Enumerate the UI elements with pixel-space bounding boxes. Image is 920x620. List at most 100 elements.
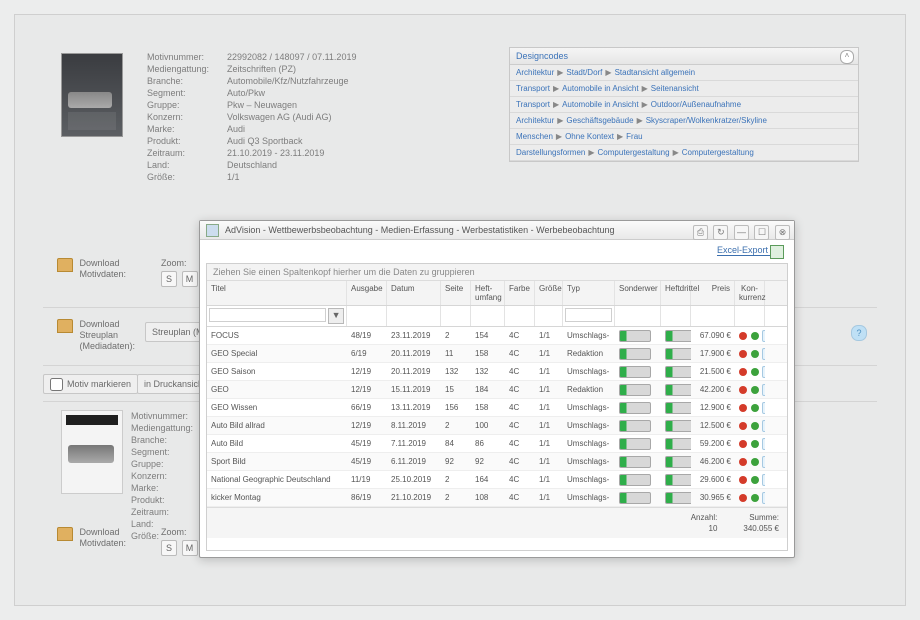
table-row[interactable]: FOCUS48/1923.11.201921544C1/1Umschlags-6… [207,327,787,345]
konkurrenz-green-icon[interactable] [751,494,759,502]
table-row[interactable]: Sport Bild45/196.11.201992924C1/1Umschla… [207,453,787,471]
collapse-icon[interactable]: ˄ [840,50,854,64]
col-typ[interactable]: Typ [563,281,615,305]
table-row[interactable]: GEO Wissen66/1913.11.20191561584C1/1Umsc… [207,399,787,417]
sonder-indicator [619,402,651,414]
konkurrenz-green-icon[interactable] [751,440,759,448]
meta-key: Marke: [147,123,227,135]
konkurrenz-detail-icon[interactable] [762,384,765,396]
download-motiv-2[interactable]: Download Motivdaten: [57,527,177,549]
konkurrenz-detail-icon[interactable] [762,438,765,450]
konkurrenz-detail-icon[interactable] [762,474,765,486]
sonder-indicator [619,384,651,396]
motiv-markieren[interactable]: Motiv markieren [43,374,138,394]
grid-filter-row: ▼ [207,306,787,327]
konkurrenz-detail-icon[interactable] [762,420,765,432]
zoom-m-2[interactable]: M [182,540,198,556]
table-row[interactable]: National Geographic Deutschland11/1925.1… [207,471,787,489]
filter-typ-input[interactable] [565,308,612,322]
data-grid: Ziehen Sie einen Spaltenkopf hierher um … [206,263,788,551]
col-sonderwerbung[interactable]: Sonderwer [615,281,661,305]
close-icon[interactable]: ⊗ [775,225,790,240]
konkurrenz-detail-icon[interactable] [762,456,765,468]
designcode-row[interactable]: Architektur▶Stadt/Dorf▶Stadtansicht allg… [510,65,858,81]
designcode-row[interactable]: Menschen▶Ohne Kontext▶Frau [510,129,858,145]
minimize-icon[interactable]: — [734,225,749,240]
designcode-row[interactable]: Darstellungsformen▶Computergestaltung▶Co… [510,145,858,161]
konkurrenz-detail-icon[interactable] [762,330,765,342]
konkurrenz-red-icon[interactable] [739,386,747,394]
konkurrenz-red-icon[interactable] [739,422,747,430]
download-motiv-label: Download Motivdaten: [80,258,127,280]
konkurrenz-detail-icon[interactable] [762,348,765,360]
download-motiv[interactable]: Download Motivdaten: [57,258,177,280]
table-row[interactable]: Auto Bild45/197.11.201984864C1/1Umschlag… [207,435,787,453]
heftdrittel-indicator [665,402,691,414]
konkurrenz-red-icon[interactable] [739,404,747,412]
konkurrenz-green-icon[interactable] [751,476,759,484]
konkurrenz-green-icon[interactable] [751,332,759,340]
konkurrenz-green-icon[interactable] [751,458,759,466]
zoom-m[interactable]: M [182,271,198,287]
konkurrenz-green-icon[interactable] [751,404,759,412]
designcode-row[interactable]: Architektur▶Geschäftsgebäude▶Skyscraper/… [510,113,858,129]
col-farbe[interactable]: Farbe [505,281,535,305]
filter-titel-input[interactable] [209,308,326,322]
konkurrenz-detail-icon[interactable] [762,366,765,378]
col-preis[interactable]: Preis [691,281,735,305]
konkurrenz-detail-icon[interactable] [762,402,765,414]
konkurrenz-green-icon[interactable] [751,350,759,358]
table-row[interactable]: kicker Montag86/1921.10.201921084C1/1Ums… [207,489,787,507]
motif-thumbnail-2[interactable] [61,410,123,494]
konkurrenz-green-icon[interactable] [751,368,759,376]
konkurrenz-red-icon[interactable] [739,332,747,340]
col-seite[interactable]: Seite [441,281,471,305]
konkurrenz-red-icon[interactable] [739,494,747,502]
col-titel[interactable]: Titel [207,281,347,305]
col-heftdrittel[interactable]: Heftdrittel [661,281,691,305]
help-icon[interactable]: ? [851,325,867,341]
designcodes-header[interactable]: Designcodes ˄ [510,48,858,65]
table-row[interactable]: GEO Saison12/1920.11.20191321324C1/1Umsc… [207,363,787,381]
excel-icon [770,245,784,259]
konkurrenz-red-icon[interactable] [739,476,747,484]
designcode-row[interactable]: Transport▶Automobile in Ansicht▶Outdoor/… [510,97,858,113]
designcode-row[interactable]: Transport▶Automobile in Ansicht▶Seitenan… [510,81,858,97]
col-groesse[interactable]: Größe [535,281,563,305]
konkurrenz-red-icon[interactable] [739,368,747,376]
folder-icon [57,319,73,333]
motiv-markieren-checkbox[interactable] [50,378,63,391]
konkurrenz-red-icon[interactable] [739,458,747,466]
col-datum[interactable]: Datum [387,281,441,305]
print-icon[interactable]: ⎙ [693,225,708,240]
meta-key: Konzern: [147,111,227,123]
table-row[interactable]: Auto Bild allrad12/198.11.201921004C1/1U… [207,417,787,435]
filter-icon[interactable]: ▼ [328,308,344,324]
table-row[interactable]: GEO Special6/1920.11.2019111584C1/1Redak… [207,345,787,363]
grid-header[interactable]: Titel Ausgabe Datum Seite Heft- umfang F… [207,281,787,306]
dialog-title: AdVision - Wettbewerbsbeobachtung - Medi… [225,225,615,235]
folder-icon [57,527,73,541]
zoom-s-2[interactable]: S [161,540,177,556]
dialog-titlebar[interactable]: AdVision - Wettbewerbsbeobachtung - Medi… [200,221,794,240]
konkurrenz-green-icon[interactable] [751,386,759,394]
col-ausgabe[interactable]: Ausgabe [347,281,387,305]
konkurrenz-detail-icon[interactable] [762,492,765,504]
designcodes-panel: Designcodes ˄ Architektur▶Stadt/Dorf▶Sta… [509,47,859,162]
heftdrittel-indicator [665,366,691,378]
konkurrenz-red-icon[interactable] [739,350,747,358]
heftdrittel-indicator [665,456,691,468]
zoom-s[interactable]: S [161,271,177,287]
maximize-icon[interactable]: ☐ [754,225,769,240]
excel-export-link[interactable]: Excel-Export [717,245,784,256]
group-by-row[interactable]: Ziehen Sie einen Spaltenkopf hierher um … [207,264,787,281]
col-heftumfang[interactable]: Heft- umfang [471,281,505,305]
download-motiv-2-label: Download Motivdaten: [80,527,127,549]
col-konkurrenz[interactable]: Kon- kurrenz [735,281,765,305]
konkurrenz-green-icon[interactable] [751,422,759,430]
table-row[interactable]: GEO12/1915.11.2019151844C1/1Redaktion42.… [207,381,787,399]
refresh-icon[interactable]: ↻ [713,225,728,240]
motif-thumbnail[interactable] [61,53,123,137]
konkurrenz-red-icon[interactable] [739,440,747,448]
meta-key: Mediengattung: [147,63,227,75]
